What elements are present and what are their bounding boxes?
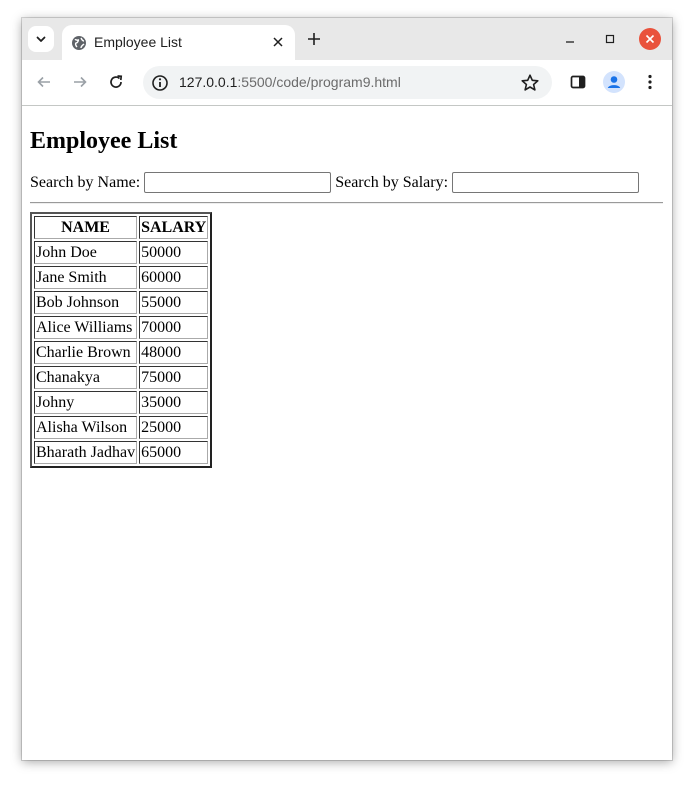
browser-menu-button[interactable] — [640, 72, 660, 92]
cell-name: Bob Johnson — [34, 291, 138, 314]
cell-name: Alisha Wilson — [34, 416, 138, 439]
table-row: Bharath Jadhav 65000 — [34, 441, 209, 464]
minimize-icon — [566, 41, 574, 43]
search-salary-label: Search by Salary: — [335, 173, 449, 191]
close-icon — [645, 34, 655, 44]
forward-button[interactable] — [70, 72, 90, 92]
tab-close-button[interactable] — [269, 33, 287, 51]
cell-name: John Doe — [34, 241, 138, 264]
globe-icon — [72, 36, 86, 50]
cell-salary: 75000 — [139, 366, 209, 389]
maximize-icon — [605, 34, 615, 44]
table-row: Chanakya 75000 — [34, 366, 209, 389]
reload-button[interactable] — [106, 72, 126, 92]
cell-salary: 70000 — [139, 316, 209, 339]
maximize-button[interactable] — [599, 29, 621, 49]
kebab-menu-icon — [648, 74, 652, 90]
table-row: Johny 35000 — [34, 391, 209, 414]
back-button[interactable] — [34, 72, 54, 92]
table-row: Charlie Brown 48000 — [34, 341, 209, 364]
cell-salary: 60000 — [139, 266, 209, 289]
profile-icon — [603, 71, 625, 93]
employee-table: NAME SALARY John Doe 50000 Jane Smith 6000… — [30, 212, 213, 468]
browser-toolbar: 127.0.0.1:5500/code/program9.html — [22, 60, 672, 106]
new-tab-button[interactable] — [304, 29, 324, 49]
divider — [30, 202, 663, 204]
reload-icon — [110, 75, 123, 88]
table-row: John Doe 50000 — [34, 241, 209, 264]
column-header-name: NAME — [34, 216, 138, 239]
search-name-input[interactable] — [144, 172, 332, 193]
page-title: Employee List — [30, 128, 178, 154]
arrow-right-icon — [74, 76, 87, 88]
tab-title: Employee List — [94, 34, 182, 50]
cell-name: Bharath Jadhav — [34, 441, 138, 464]
profile-button[interactable] — [603, 71, 625, 93]
table-row: Alice Williams 70000 — [34, 316, 209, 339]
tab-search-button[interactable] — [28, 26, 54, 52]
table-header-row: NAME SALARY — [34, 216, 209, 239]
close-window-button[interactable] — [639, 28, 661, 50]
address-bar[interactable]: 127.0.0.1:5500/code/program9.html — [143, 66, 552, 99]
cell-salary: 55000 — [139, 291, 209, 314]
url-host: 127.0.0.1 — [179, 74, 238, 90]
close-icon — [273, 37, 283, 47]
search-salary-input[interactable] — [452, 172, 640, 193]
minimize-button[interactable] — [559, 29, 581, 49]
url-path: :5500/code/program9.html — [237, 74, 401, 90]
side-panel-icon — [570, 75, 586, 89]
search-row: Search by Name: Search by Salary: — [30, 172, 643, 193]
cell-salary: 50000 — [139, 241, 209, 264]
info-icon[interactable] — [151, 74, 169, 92]
arrow-left-icon — [37, 76, 50, 88]
url-text[interactable]: 127.0.0.1:5500/code/program9.html — [179, 74, 401, 90]
page-content: Employee List Search by Name: Search by … — [22, 106, 672, 760]
table-row: Alisha Wilson 25000 — [34, 416, 209, 439]
table-row: Bob Johnson 55000 — [34, 291, 209, 314]
search-name-label: Search by Name: — [30, 173, 141, 191]
star-icon[interactable] — [520, 73, 540, 93]
cell-salary: 65000 — [139, 441, 209, 464]
plus-icon — [308, 33, 320, 45]
cell-name: Chanakya — [34, 366, 138, 389]
side-panel-button[interactable] — [568, 72, 588, 92]
cell-salary: 25000 — [139, 416, 209, 439]
cell-salary: 48000 — [139, 341, 209, 364]
table-row: Jane Smith 60000 — [34, 266, 209, 289]
column-header-salary: SALARY — [139, 216, 209, 239]
cell-name: Charlie Brown — [34, 341, 138, 364]
tab-active[interactable]: Employee List — [62, 25, 295, 60]
cell-name: Alice Williams — [34, 316, 138, 339]
chevron-down-icon — [36, 36, 46, 42]
title-bar: Employee List — [22, 18, 672, 60]
cell-name: Johny — [34, 391, 138, 414]
cell-salary: 35000 — [139, 391, 209, 414]
cell-name: Jane Smith — [34, 266, 138, 289]
browser-window: Employee List 127.0.0.1:5500/code/progra… — [22, 18, 672, 760]
